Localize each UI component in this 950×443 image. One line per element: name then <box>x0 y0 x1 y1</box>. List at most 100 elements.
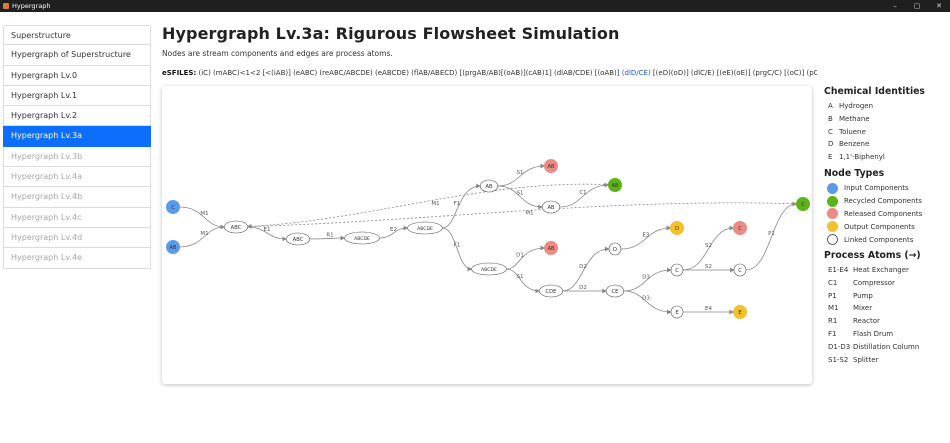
chemical-row: D Benzene <box>824 138 948 151</box>
graph-node-recycled[interactable]: C <box>796 197 810 211</box>
process-atom-row: C1 Compressor <box>824 277 948 290</box>
chemical-name: Benzene <box>839 140 870 149</box>
graph-node-label: C <box>801 202 805 208</box>
sidebar-item: Hypergraph Lv.4e <box>3 248 151 269</box>
process-atom-row: S1-S2 Splitter <box>824 354 948 367</box>
graph-edge <box>745 201 798 271</box>
graph-edge-label: E1 <box>264 227 271 233</box>
graph-node-linked[interactable]: ABC <box>286 232 311 246</box>
chemical-name: Toluene <box>839 127 866 136</box>
close-button[interactable]: ✕ <box>928 0 950 12</box>
chemical-key: B <box>828 114 833 123</box>
page-subtitle: Nodes are stream components and edges ar… <box>162 49 393 58</box>
node-type-label: Output Components <box>844 222 915 231</box>
graph-node-input[interactable]: C <box>166 200 180 214</box>
sidebar-item[interactable]: Hypergraph Lv.1 <box>3 85 151 107</box>
graph-node-linked[interactable]: CDE <box>538 284 563 298</box>
process-atom-key: F1 <box>828 329 837 338</box>
graph-edge <box>623 267 672 292</box>
page-title: Hypergraph Lv.3a: Rigurous Flowsheet Sim… <box>162 24 620 43</box>
graph-node-released[interactable]: C <box>733 221 747 235</box>
node-type-swatch-icon <box>827 234 838 246</box>
graph-node-linked[interactable]: AB <box>541 200 561 214</box>
graph-edge-label: M1 <box>431 201 439 207</box>
esfiles-part3: [(eD)(oD)] (dlC/E) [(eE)(oE)] (prgC/C) [… <box>652 69 817 77</box>
hypergraph-canvas[interactable]: M1 M1 E1 R1 E2 F1 S1 S1 C1 M1 F1 D1 S1 D2 D2 E3 D3 D3 S2 S2… <box>162 86 812 384</box>
node-type-label: Input Components <box>844 184 909 193</box>
graph-edge-label: F1 <box>454 243 461 249</box>
graph-node-label: AB <box>485 184 493 190</box>
graph-node-label: C <box>171 205 175 211</box>
node-type-row: Input Components <box>824 182 948 195</box>
graph-edge-label: S1 <box>517 170 524 176</box>
graph-node-input[interactable]: AB <box>166 240 180 254</box>
node-type-swatch-icon <box>827 208 838 220</box>
node-type-label: Released Components <box>844 209 923 218</box>
graph-edge <box>442 183 481 229</box>
graph-edge-label: S1 <box>517 191 524 197</box>
graph-node-linked[interactable]: D <box>608 242 622 256</box>
graph-node-released[interactable]: AB <box>544 241 558 255</box>
graph-edge-label: D3 <box>642 275 650 281</box>
sidebar-item[interactable]: Hypergraph Lv.0 <box>3 65 151 86</box>
graph-edge-label: C1 <box>579 190 586 196</box>
maximize-button[interactable]: ▢ <box>906 0 928 12</box>
graph-node-label: AB <box>547 205 555 211</box>
process-atom-row: R1 Reactor <box>824 315 948 328</box>
graph-node-linked[interactable]: C <box>733 263 747 277</box>
graph-node-linked[interactable]: CE <box>605 284 625 298</box>
chemical-identities-section: Chemical Identities A Hydrogen B Methane C To… <box>824 86 948 164</box>
sidebar-item: Hypergraph Lv.4c <box>3 207 151 228</box>
hypergraph-svg: M1 M1 E1 R1 E2 F1 S1 S1 C1 M1 F1 D1 S1 D2 D2 E3 D3 D3 S2 S2… <box>166 159 810 319</box>
graph-edge <box>179 206 226 230</box>
sidebar-item: Hypergraph Lv.4a <box>3 167 151 188</box>
sidebar-item: Hypergraph Lv.4d <box>3 227 151 249</box>
node-type-swatch-icon <box>827 182 838 194</box>
graph-node-label: CE <box>612 289 619 295</box>
graph-edge-label: M1 <box>200 211 208 217</box>
chemical-row: C Toluene <box>824 126 948 139</box>
process-atoms-section: Process Atoms (→) E1-E4 Heat Exchanger C1 C… <box>824 250 948 366</box>
process-atom-row: P1 Pump <box>824 290 948 303</box>
graph-node-label: D <box>675 226 679 232</box>
graph-node-released[interactable]: AB <box>544 159 558 173</box>
graph-node-linked[interactable]: E <box>670 305 684 319</box>
chemical-key: E <box>828 153 833 162</box>
graph-node-linked[interactable]: ABC <box>223 220 248 234</box>
process-atoms-title: Process Atoms (→) <box>824 249 921 261</box>
graph-edge <box>442 227 473 272</box>
graph-node-label: ABC <box>293 237 304 243</box>
minimize-button[interactable]: – <box>884 0 906 12</box>
graph-edge-label: E4 <box>705 306 712 312</box>
process-atom-key: P1 <box>828 291 837 300</box>
node-type-row: Linked Components <box>824 233 948 246</box>
chemical-key: A <box>828 102 833 110</box>
process-atom-name: Mixer <box>853 304 873 313</box>
chemical-row: A Hydrogen <box>824 100 948 113</box>
graph-node-linked[interactable]: ABCDE <box>471 262 507 276</box>
sidebar-item[interactable]: Superstructure <box>3 25 151 46</box>
graph-node-label: E <box>675 310 678 316</box>
graph-node-linked[interactable]: ABCDE <box>407 221 443 235</box>
graph-node-label: C <box>738 268 742 274</box>
graph-node-label: AB <box>611 183 619 189</box>
graph-node-output[interactable]: D <box>670 221 684 235</box>
sidebar-item[interactable]: Hypergraph Lv.2 <box>3 106 151 127</box>
graph-node-linked[interactable]: ABCDE <box>344 231 380 245</box>
node-type-swatch-icon <box>827 195 838 207</box>
graph-node-output[interactable]: E <box>733 305 747 319</box>
sidebar-item[interactable]: Hypergraph Lv.3a <box>3 126 151 147</box>
node-types-section: Node Types Input Components Recycled Comp… <box>824 168 948 246</box>
graph-edge-label: D1 <box>516 253 524 259</box>
graph-edge <box>497 163 546 187</box>
chemical-name: 1,1'-Biphenyl <box>839 153 885 162</box>
graph-node-linked[interactable]: C <box>670 263 684 277</box>
graph-node-recycled[interactable]: AB <box>608 178 622 192</box>
graph-edge-label: D2 <box>579 264 587 270</box>
node-type-row: Recycled Components <box>824 195 948 208</box>
sidebar-item[interactable]: Hypergraph of Superstructure <box>3 45 151 66</box>
graph-node-linked[interactable]: AB <box>479 179 499 193</box>
node-type-row: Output Components <box>824 220 948 233</box>
graph-edge <box>506 245 546 270</box>
process-atom-name: Pump <box>853 291 873 300</box>
